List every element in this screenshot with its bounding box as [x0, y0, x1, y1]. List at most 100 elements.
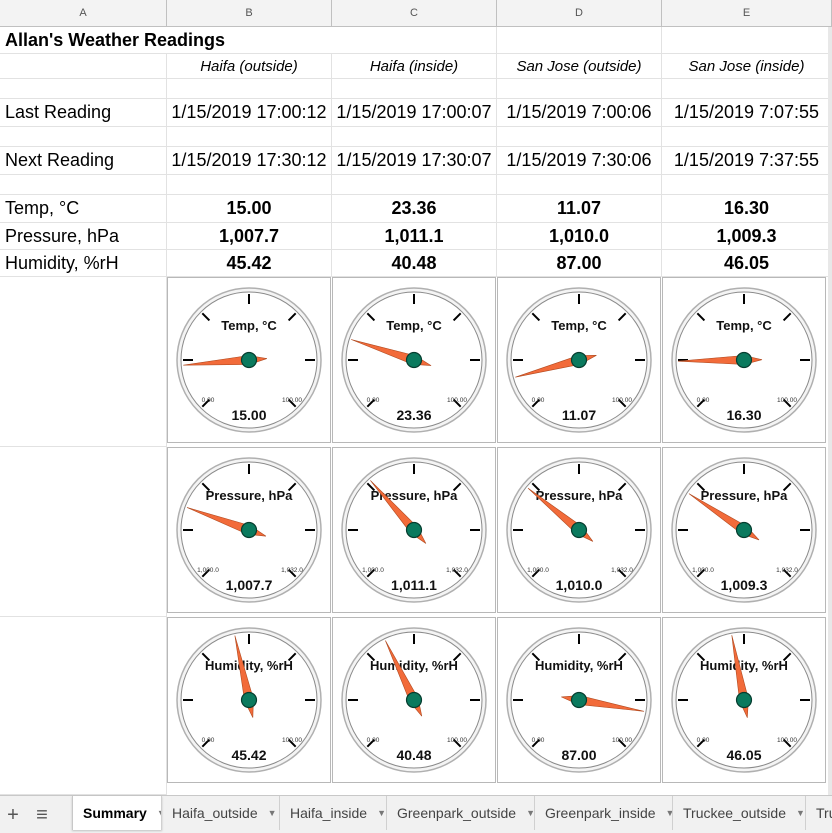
menu-icon[interactable]: ≡: [31, 804, 53, 826]
plus-icon[interactable]: +: [2, 804, 24, 826]
gauge-humidity-0[interactable]: Humidity, %rH 0.00 100.00 45.42: [167, 617, 331, 783]
next-reading-cell[interactable]: 1/15/2019 7:37:55: [662, 147, 832, 175]
sheet-title-cell[interactable]: Allan's Weather Readings: [0, 27, 332, 54]
next-reading-label[interactable]: Next Reading: [0, 147, 167, 175]
cell[interactable]: [332, 175, 497, 195]
pressure-value-cell[interactable]: 1,007.7: [167, 223, 332, 250]
gauge-pressure-1[interactable]: Pressure, hPa 1,000.0 1,032.0 1,011.1: [332, 447, 496, 613]
pressure-value-cell[interactable]: 1,011.1: [332, 223, 497, 250]
column-header-e[interactable]: E: [662, 0, 832, 27]
cell[interactable]: [167, 127, 332, 147]
next-reading-cell[interactable]: 1/15/2019 7:30:06: [497, 147, 662, 175]
temp-label[interactable]: Temp, °C: [0, 195, 167, 223]
gauge-min-label: 0.00: [367, 737, 380, 744]
gauge-hub: [405, 351, 423, 369]
cell[interactable]: [0, 277, 167, 447]
temp-value-cell[interactable]: 23.36: [332, 195, 497, 223]
gauge-humidity-1[interactable]: Humidity, %rH 0.00 100.00 40.48: [332, 617, 496, 783]
reading-value: 40.48: [391, 252, 437, 273]
cell[interactable]: [662, 27, 832, 54]
pressure-label[interactable]: Pressure, hPa: [0, 223, 167, 250]
cell[interactable]: [497, 175, 662, 195]
last-reading-cell[interactable]: 1/15/2019 17:00:07: [332, 99, 497, 127]
gauge-max-label: 100.00: [777, 737, 797, 744]
gauge-pressure-3[interactable]: Pressure, hPa 1,000.0 1,032.0 1,009.3: [662, 447, 826, 613]
tab-haifa-inside[interactable]: Haifa_inside ▼: [280, 796, 387, 830]
tab-label: Greenpark_outside: [397, 805, 517, 821]
cell[interactable]: [0, 617, 167, 795]
last-reading-label[interactable]: Last Reading: [0, 99, 167, 127]
temp-value-cell[interactable]: 15.00: [167, 195, 332, 223]
column-header-d[interactable]: D: [497, 0, 662, 27]
caret-down-icon[interactable]: ▼: [666, 808, 672, 818]
tab-truncated[interactable]: Tru: [806, 796, 832, 830]
column-header-a[interactable]: A: [0, 0, 167, 27]
cell[interactable]: [167, 175, 332, 195]
location-header-haifa-outside[interactable]: Haifa (outside): [167, 54, 332, 79]
cell[interactable]: [0, 127, 167, 147]
gauge-title: Humidity, %rH: [370, 658, 458, 673]
reading-value: 23.36: [391, 198, 437, 218]
caret-down-icon[interactable]: ▼: [796, 808, 805, 818]
gauge-temp-3[interactable]: Temp, °C 0.00 100.00 16.30: [662, 277, 826, 443]
gauge-humidity-3[interactable]: Humidity, %rH 0.00 100.00 46.05: [662, 617, 826, 783]
gauge-value: 46.05: [726, 747, 761, 763]
cell[interactable]: [0, 447, 167, 617]
tab-label: Truckee_outside: [683, 805, 786, 821]
gauge-temp-0[interactable]: Temp, °C 0.00 100.00 15.00: [167, 277, 331, 443]
tab-truckee-outside[interactable]: Truckee_outside ▼: [673, 796, 806, 830]
gauge-pressure-2[interactable]: Pressure, hPa 1,000.0 1,032.0 1,010.0: [497, 447, 661, 613]
cell[interactable]: [0, 175, 167, 195]
gauge-pressure-0[interactable]: Pressure, hPa 1,000.0 1,032.0 1,007.7: [167, 447, 331, 613]
pressure-value-cell[interactable]: 1,009.3: [662, 223, 832, 250]
cell[interactable]: [167, 79, 332, 99]
cell[interactable]: [497, 27, 662, 54]
gauge-temp-1[interactable]: Temp, °C 0.00 100.00 23.36: [332, 277, 496, 443]
tab-haifa-outside[interactable]: Haifa_outside ▼: [162, 796, 280, 830]
last-reading-cell[interactable]: 1/15/2019 17:00:12: [167, 99, 332, 127]
caret-down-icon[interactable]: ▼: [377, 808, 386, 818]
caret-down-icon[interactable]: ▼: [268, 808, 277, 818]
cell[interactable]: [662, 79, 832, 99]
location-header-sanjose-outside[interactable]: San Jose (outside): [497, 54, 662, 79]
cell[interactable]: [497, 79, 662, 99]
humidity-value-cell[interactable]: 87.00: [497, 250, 662, 277]
last-reading-cell[interactable]: 1/15/2019 7:00:06: [497, 99, 662, 127]
humidity-value-cell[interactable]: 40.48: [332, 250, 497, 277]
location-header-sanjose-inside[interactable]: San Jose (inside): [662, 54, 832, 79]
column-header-c[interactable]: C: [332, 0, 497, 27]
temp-value-cell[interactable]: 11.07: [497, 195, 662, 223]
cell[interactable]: [662, 127, 832, 147]
gauge-title: Temp, °C: [221, 318, 277, 333]
next-reading-cell[interactable]: 1/15/2019 17:30:07: [332, 147, 497, 175]
cell[interactable]: [662, 175, 832, 195]
humidity-label[interactable]: Humidity, %rH: [0, 250, 167, 277]
gauge-max-label: 100.00: [282, 737, 302, 744]
tab-greenpark-outside[interactable]: Greenpark_outside ▼: [387, 796, 535, 830]
gauge-min-label: 0.00: [697, 737, 710, 744]
cell[interactable]: [332, 127, 497, 147]
cell[interactable]: [332, 27, 497, 54]
cell[interactable]: [0, 54, 167, 79]
next-reading-cell[interactable]: 1/15/2019 17:30:12: [167, 147, 332, 175]
pressure-value-cell[interactable]: 1,010.0: [497, 223, 662, 250]
humidity-value-cell[interactable]: 45.42: [167, 250, 332, 277]
temp-value-cell[interactable]: 16.30: [662, 195, 832, 223]
gauge-value: 23.36: [396, 407, 431, 423]
cell[interactable]: [497, 127, 662, 147]
humidity-value-cell[interactable]: 46.05: [662, 250, 832, 277]
tab-label: Haifa_outside: [172, 805, 258, 821]
gauge-humidity-2[interactable]: Humidity, %rH 0.00 100.00 87.00: [497, 617, 661, 783]
caret-down-icon[interactable]: ▼: [526, 808, 534, 818]
tab-summary[interactable]: Summary▼: [72, 796, 162, 830]
cell[interactable]: [332, 79, 497, 99]
cell[interactable]: [0, 79, 167, 99]
gauge-value: 45.42: [231, 747, 266, 763]
gauge-max-label: 100.00: [447, 737, 467, 744]
location-header-haifa-inside[interactable]: Haifa (inside): [332, 54, 497, 79]
tab-greenpark-inside[interactable]: Greenpark_inside ▼: [535, 796, 673, 830]
column-header-b[interactable]: B: [167, 0, 332, 27]
gauge-max-label: 1,032.0: [776, 567, 798, 574]
gauge-temp-2[interactable]: Temp, °C 0.00 100.00 11.07: [497, 277, 661, 443]
last-reading-cell[interactable]: 1/15/2019 7:07:55: [662, 99, 832, 127]
